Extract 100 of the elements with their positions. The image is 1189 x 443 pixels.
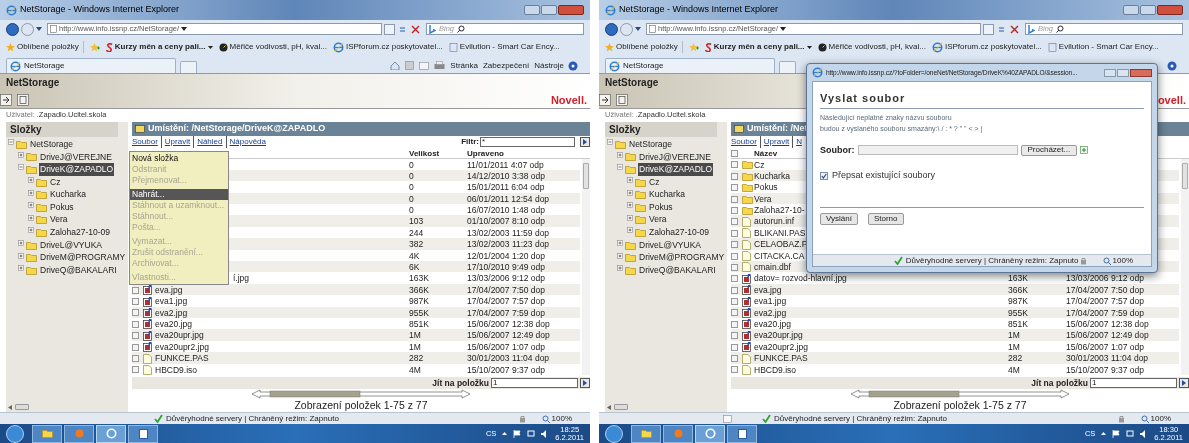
network-icon[interactable] xyxy=(527,429,536,438)
close-button[interactable] xyxy=(1130,68,1152,77)
scroll-thumb[interactable] xyxy=(15,404,29,410)
command-menu[interactable]: Nástroje xyxy=(534,59,564,72)
taskbar-folder-icon[interactable] xyxy=(32,424,62,443)
expand-icon[interactable] xyxy=(28,177,34,184)
taskbar-document-icon[interactable] xyxy=(128,424,158,443)
minimize-button[interactable] xyxy=(1104,68,1116,77)
file-name[interactable]: eva.jpg xyxy=(155,283,409,297)
maximize-button[interactable] xyxy=(1117,68,1129,77)
expand-icon[interactable] xyxy=(627,202,633,209)
file-name[interactable]: FUNKCE.PAS xyxy=(754,352,1008,365)
tree-item[interactable]: DriveJ@VEREJNE xyxy=(39,150,113,164)
overwrite-checkbox[interactable] xyxy=(820,171,828,180)
taskbar-browser-icon[interactable] xyxy=(695,424,725,443)
maximize-button[interactable] xyxy=(541,5,557,15)
file-name[interactable]: eva20upr.jpg xyxy=(754,329,1008,343)
tree-item[interactable]: Pokus xyxy=(49,200,75,214)
row-checkbox[interactable] xyxy=(731,161,738,169)
zoom-level[interactable]: 100% xyxy=(551,412,572,425)
command-menu[interactable]: Zabezpečení xyxy=(482,59,530,72)
expand-icon[interactable] xyxy=(28,189,34,196)
document-icon[interactable] xyxy=(17,94,29,106)
row-checkbox[interactable] xyxy=(731,286,738,294)
mail-icon[interactable] xyxy=(419,61,430,70)
expand-icon[interactable] xyxy=(617,252,623,259)
pager-slider-drawing[interactable] xyxy=(251,388,471,399)
row-checkbox[interactable] xyxy=(731,332,738,340)
scroll-thumb[interactable] xyxy=(583,162,589,189)
expand-icon[interactable] xyxy=(617,240,623,247)
favorite-link[interactable]: Měřiče vodivosti, pH, kval... xyxy=(229,41,327,53)
scroll-thumb[interactable] xyxy=(614,404,628,410)
minimize-button[interactable] xyxy=(1123,5,1139,15)
caret-up-icon[interactable] xyxy=(502,432,508,435)
dialog-button[interactable]: Storno xyxy=(867,212,904,225)
tree-item[interactable]: DriveL@VYUKA xyxy=(39,238,103,252)
tree-item[interactable]: NetStorage xyxy=(29,137,74,151)
menu-link[interactable]: Nápověda xyxy=(225,135,269,148)
tree-item[interactable]: DriveM@PROGRAMY xyxy=(638,251,726,264)
row-checkbox[interactable] xyxy=(731,309,738,317)
collapse-icon[interactable] xyxy=(8,139,14,146)
file-field[interactable] xyxy=(857,145,1018,156)
favorite-link[interactable]: Evilution - Smart Car Ency... xyxy=(459,41,560,53)
row-checkbox[interactable] xyxy=(731,206,738,214)
close-button[interactable] xyxy=(558,5,584,15)
row-checkbox[interactable] xyxy=(731,229,738,237)
row-checkbox[interactable] xyxy=(731,343,738,351)
go-button[interactable] xyxy=(1179,377,1189,388)
new-tab-button[interactable] xyxy=(180,61,197,73)
close-button[interactable] xyxy=(1157,5,1183,15)
compatibility-icon[interactable] xyxy=(983,23,994,35)
column-header[interactable]: Upraveno xyxy=(467,147,590,160)
row-checkbox[interactable] xyxy=(731,355,738,362)
tree-item[interactable]: Kucharka xyxy=(648,188,686,202)
menu-link[interactable]: Upravit xyxy=(759,135,793,148)
menu-link[interactable]: Upravit xyxy=(160,135,194,148)
taskbar-browser-icon[interactable] xyxy=(96,424,126,443)
row-checkbox[interactable] xyxy=(731,195,738,203)
favorites-button[interactable]: Oblíbené položky xyxy=(616,41,683,53)
tree-item[interactable]: DriveL@VYUKA xyxy=(638,238,702,252)
row-checkbox[interactable] xyxy=(731,184,738,192)
file-name[interactable]: eva20.jpg xyxy=(754,317,1008,331)
row-checkbox[interactable] xyxy=(132,332,139,340)
file-name[interactable]: datov= rozvod-hlavní.jpg xyxy=(754,272,1008,286)
expand-icon[interactable] xyxy=(18,265,24,272)
tree-item[interactable]: Vera xyxy=(49,213,69,227)
row-checkbox[interactable] xyxy=(731,150,738,157)
tree-item[interactable]: Zaloha27-10-09 xyxy=(49,226,111,239)
favorites-button[interactable]: Oblíbené položky xyxy=(17,41,84,53)
row-checkbox[interactable] xyxy=(731,252,738,260)
row-checkbox[interactable] xyxy=(731,172,738,180)
menu-link[interactable]: Náhled xyxy=(193,135,226,148)
tree-item[interactable]: Vera xyxy=(648,213,668,227)
browse-button[interactable]: Procházet... xyxy=(1020,144,1078,156)
file-name[interactable]: eva1.jpg xyxy=(155,295,409,308)
compatibility-icon[interactable] xyxy=(384,23,395,35)
menu-item[interactable]: Nová složka xyxy=(130,153,228,164)
caret-up-icon[interactable] xyxy=(1101,432,1107,435)
menu-link[interactable]: Soubor xyxy=(731,135,760,148)
row-checkbox[interactable] xyxy=(132,309,139,317)
file-name[interactable]: HBCD9.iso xyxy=(754,363,1008,377)
network-icon[interactable] xyxy=(1126,429,1135,438)
row-checkbox[interactable] xyxy=(731,263,738,271)
file-name[interactable]: HBCD9.iso xyxy=(155,363,409,377)
go-button[interactable] xyxy=(580,136,590,147)
add-icon[interactable] xyxy=(1080,146,1089,155)
expand-icon[interactable] xyxy=(627,177,633,184)
back-button[interactable] xyxy=(605,22,618,36)
collapse-icon[interactable] xyxy=(607,139,613,146)
printer-icon[interactable] xyxy=(434,61,446,70)
tree-item[interactable]: DriveQ@BAKALARI xyxy=(39,263,118,277)
file-name[interactable]: eva1.jpg xyxy=(754,295,1008,308)
menu-link[interactable]: N xyxy=(792,135,805,148)
row-checkbox[interactable] xyxy=(731,366,738,374)
tree-item[interactable]: Pokus xyxy=(648,200,674,214)
row-checkbox[interactable] xyxy=(731,275,738,283)
row-checkbox[interactable] xyxy=(132,298,139,306)
row-checkbox[interactable] xyxy=(132,320,139,328)
tree-item[interactable]: Cz xyxy=(648,175,661,189)
file-name[interactable]: FUNKCE.PAS xyxy=(155,352,409,365)
